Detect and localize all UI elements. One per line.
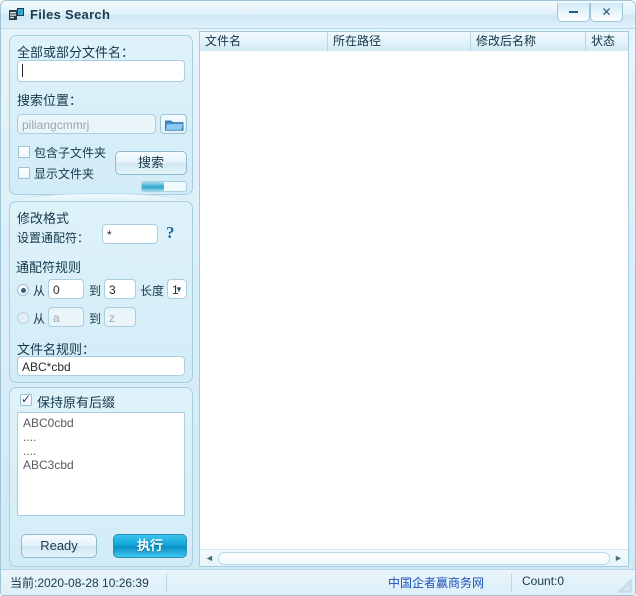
listview-horizontal-scrollbar[interactable]: ◄ ► [200,549,628,566]
numeric-from-label: 从 [33,282,45,299]
filename-rule-input[interactable]: ABC*cbd [17,356,185,376]
scroll-left-icon[interactable]: ◄ [202,551,217,565]
numeric-from-input[interactable]: 0 [48,279,84,299]
include-subfolders-label: 包含子文件夹 [34,144,106,161]
execute-button[interactable]: 执行 [113,534,187,558]
folder-icon [165,119,184,131]
status-bar: 当前:2020-08-28 10:26:39 中国企者赢商务网 Count:0 [1,569,635,595]
length-label: 长度 [140,282,164,299]
app-window-icon [9,8,24,21]
numeric-to-input[interactable]: 3 [104,279,136,299]
filename-input[interactable] [17,60,185,82]
wildcard-input[interactable]: * [102,224,158,244]
status-current-time: 当前:2020-08-28 10:26:39 [10,574,149,591]
minimize-button[interactable] [557,3,590,22]
listview-rows [200,51,628,549]
show-folders-checkbox[interactable] [18,167,30,179]
results-listview[interactable]: 文件名 所在路径 修改后名称 状态 ◄ ► [199,31,629,567]
resize-grip-icon[interactable] [618,579,632,593]
alpha-to-input[interactable]: z [104,307,136,327]
location-label: 搜索位置： [17,90,82,109]
minimize-icon [569,11,578,13]
column-header-status[interactable]: 状态 [586,32,628,51]
alpha-rule-radio[interactable] [17,312,29,324]
filename-label: 全部或部分文件名： [17,42,134,61]
column-header-filename[interactable]: 文件名 [200,32,328,51]
preview-list: ABC0cbd .... .... ABC3cbd [17,412,185,516]
window-title: Files Search [30,7,110,22]
column-header-newname[interactable]: 修改后名称 [471,32,586,51]
numeric-to-label: 到 [89,282,101,299]
column-header-path[interactable]: 所在路径 [328,32,471,51]
scroll-thumb[interactable] [218,552,610,565]
search-progress-fill [142,182,164,191]
question-mark-icon[interactable]: ? [166,223,175,243]
status-separator-2 [511,573,512,592]
numeric-rule-radio[interactable] [17,284,29,296]
alpha-from-label: 从 [33,310,45,327]
status-site-link[interactable]: 中国企者赢商务网 [388,574,484,591]
listview-header: 文件名 所在路径 修改后名称 状态 [200,32,628,52]
search-progress-bar [141,181,187,192]
include-subfolders-checkbox[interactable] [18,146,30,158]
app-window: Files Search ✕ 全部或部分文件名： 搜索位置： piliangcm… [0,0,636,596]
search-button[interactable]: 搜索 [115,151,187,175]
alpha-to-label: 到 [89,310,101,327]
status-separator-1 [166,573,167,592]
location-input[interactable]: piliangcmmrj [17,114,156,134]
ready-button[interactable]: Ready [21,534,97,558]
alpha-from-input[interactable]: a [48,307,84,327]
show-folders-label: 显示文件夹 [34,165,94,182]
format-title: 修改格式 [17,208,69,227]
wildcard-rule-title: 通配符规则 [16,257,81,276]
scroll-right-icon[interactable]: ► [611,551,626,565]
chevron-down-icon[interactable]: ▼ [175,285,183,294]
wildcard-label: 设置通配符： [17,229,89,246]
title-bar: Files Search ✕ [1,1,635,29]
status-count: Count:0 [522,574,564,588]
keep-suffix-label: 保持原有后缀 [37,392,115,411]
close-button[interactable]: ✕ [590,3,623,22]
browse-folder-button[interactable] [160,114,187,134]
keep-suffix-checkbox[interactable] [20,394,32,406]
